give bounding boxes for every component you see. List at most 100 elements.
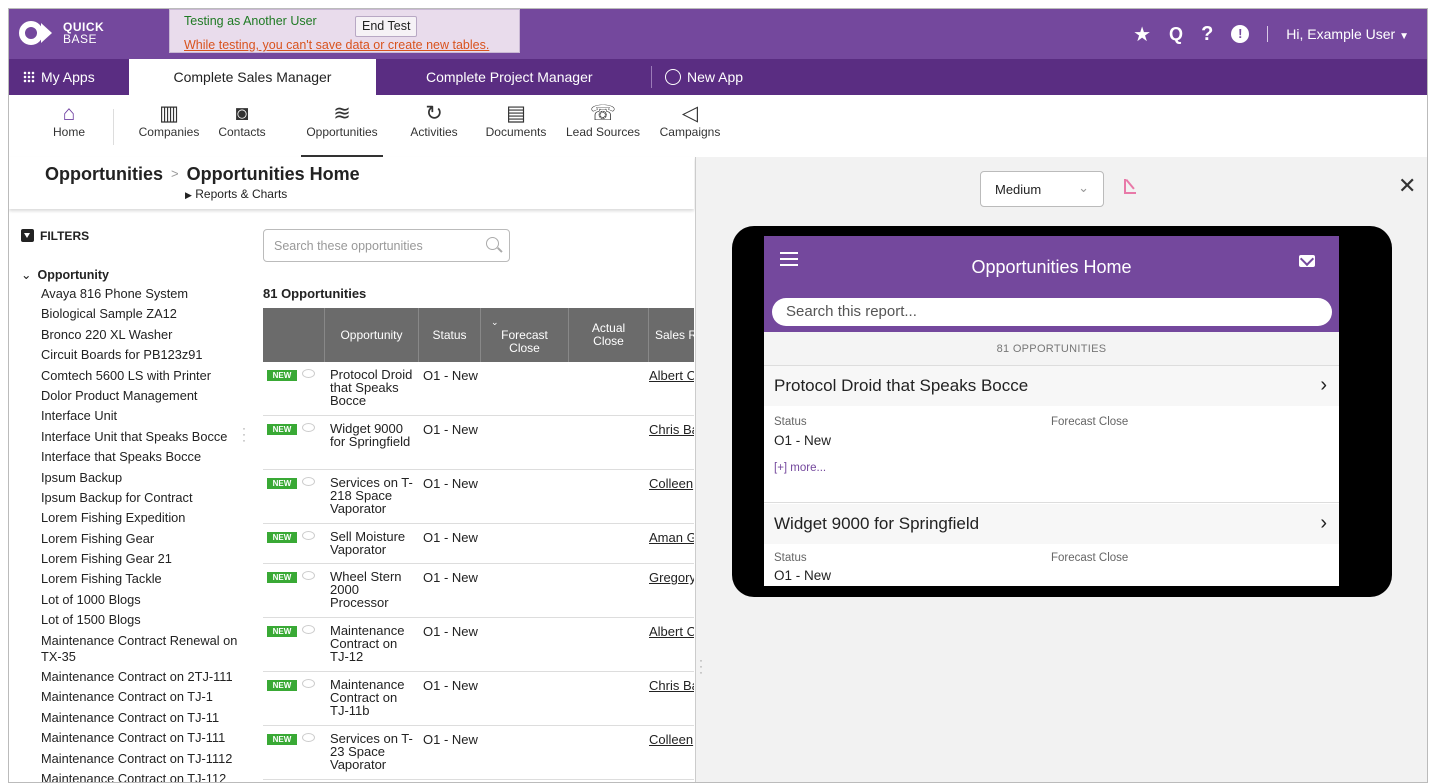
cell-opportunity: Services on T-23 Space Vaporator	[330, 731, 413, 772]
field-value-status: O1 - New	[774, 568, 832, 583]
resize-handle[interactable]: · · ·	[699, 654, 703, 678]
column-header-sales-rep[interactable]: Sales R	[649, 308, 694, 362]
cell-sales-rep[interactable]: Albert C	[649, 624, 694, 639]
filter-item[interactable]: Ipsum Backup for Contract	[41, 490, 241, 506]
filter-item[interactable]: Maintenance Contract on TJ-1	[41, 689, 241, 705]
quickbase-logo[interactable]: QUICK BASE	[19, 18, 104, 48]
filter-item[interactable]: Ipsum Backup	[41, 470, 241, 486]
filter-item[interactable]: Comtech 5600 LS with Printer	[41, 368, 241, 384]
search-input[interactable]: Search these opportunities	[263, 229, 510, 262]
filter-item[interactable]: Lot of 1500 Blogs	[41, 612, 241, 628]
filter-group-opportunity[interactable]: ⌄ Opportunity	[21, 267, 109, 282]
view-record-icon[interactable]	[302, 625, 315, 634]
column-header-status[interactable]: Status	[419, 308, 481, 362]
filter-item[interactable]: Maintenance Contract on TJ-112	[41, 771, 241, 782]
grid-icon	[23, 71, 35, 83]
filter-item[interactable]: Maintenance Contract on TJ-1112	[41, 751, 241, 767]
table-row[interactable]: NEW Wheel Stern 2000 Processor O1 - New Gre…	[263, 564, 694, 618]
rotate-device-icon[interactable]	[1124, 179, 1136, 194]
filter-item[interactable]: Maintenance Contract on TJ-111	[41, 730, 241, 746]
mobile-record-card[interactable]: Protocol Droid that Speaks Bocce › Status…	[764, 366, 1339, 474]
table-row[interactable]: NEW Widget 9000 for Springfield O1 - New Ch…	[263, 416, 694, 470]
cell-sales-rep[interactable]: Chris Ba	[649, 678, 694, 693]
filter-item[interactable]: Lot of 1000 Blogs	[41, 592, 241, 608]
mobile-record-card[interactable]: Widget 9000 for Springfield › Status Fore…	[764, 504, 1339, 583]
building-icon: ▥	[159, 102, 179, 125]
star-icon[interactable]: ★	[1133, 22, 1151, 47]
megaphone-icon: ◁	[681, 102, 699, 125]
tab-companies[interactable]: ▥ Companies	[129, 95, 209, 157]
more-fields-link[interactable]: [+] more...	[774, 462, 826, 474]
filter-item[interactable]: Maintenance Contract on TJ-11	[41, 710, 241, 726]
help-icon[interactable]: ?	[1201, 23, 1213, 46]
app-tab-label: Complete Sales Manager	[173, 69, 332, 85]
table-row[interactable]: NEW Maintenance Contract on TJ-12 O1 - New…	[263, 618, 694, 672]
end-test-button[interactable]: End Test	[355, 16, 418, 37]
alert-icon[interactable]: !	[1231, 25, 1250, 43]
filter-item[interactable]: Interface Unit that Speaks Bocce	[41, 429, 241, 445]
cell-status: O1 - New	[423, 476, 478, 491]
filter-item[interactable]: Lorem Fishing Gear	[41, 531, 241, 547]
my-apps-button[interactable]: My Apps	[23, 59, 95, 95]
app-tab-complete-project-manager[interactable]: Complete Project Manager	[426, 59, 593, 95]
cell-sales-rep[interactable]: Colleen	[649, 476, 694, 491]
mail-icon[interactable]	[1299, 255, 1315, 267]
user-menu[interactable]: Hi, Example User ▼	[1286, 26, 1409, 42]
filter-item[interactable]: Bronco 220 XL Washer	[41, 327, 241, 343]
filter-item[interactable]: Lorem Fishing Tackle	[41, 571, 241, 587]
tab-contacts[interactable]: ◙ Contacts	[213, 95, 271, 157]
mobile-search-input[interactable]: Search this report...	[772, 298, 1332, 326]
cell-sales-rep[interactable]: Albert C	[649, 368, 694, 383]
tab-activities[interactable]: ↻ Activities	[403, 95, 465, 157]
table-row[interactable]: NEW Sell Moisture Vaporator O1 - New Aman G	[263, 524, 694, 564]
search-icon[interactable]: Q	[1169, 24, 1183, 45]
column-header-forecast-close[interactable]: ⌄ Forecast Close	[481, 308, 569, 362]
filter-item[interactable]: Interface Unit	[41, 408, 241, 424]
filter-item[interactable]: Maintenance Contract Renewal on TX-35	[41, 633, 241, 665]
test-mode-warning[interactable]: While testing, you can't save data or cr…	[184, 38, 489, 52]
cell-status: O1 - New	[423, 624, 478, 639]
filter-item[interactable]: Circuit Boards for PB123z91	[41, 347, 241, 363]
document-icon: ▤	[506, 102, 526, 125]
filters-toggle[interactable]: FILTERS	[21, 229, 89, 243]
view-record-icon[interactable]	[302, 733, 315, 742]
filter-item[interactable]: Lorem Fishing Expedition	[41, 510, 241, 526]
table-row[interactable]: NEW Protocol Droid that Speaks Bocce O1 - …	[263, 362, 694, 416]
view-record-icon[interactable]	[302, 369, 315, 378]
tab-opportunities[interactable]: ≋ Opportunities	[301, 95, 383, 157]
filter-item[interactable]: Avaya 816 Phone System	[41, 286, 241, 302]
cell-sales-rep[interactable]: Aman G	[649, 530, 694, 545]
app-tab-complete-sales-manager[interactable]: Complete Sales Manager	[129, 59, 376, 95]
filter-item[interactable]: Interface that Speaks Bocce	[41, 449, 241, 465]
resize-handle[interactable]: · · ·	[242, 422, 246, 446]
tab-campaigns[interactable]: ◁ Campaigns	[655, 95, 725, 157]
table-row[interactable]: NEW Maintenance Contract on TJ-11b O1 - Ne…	[263, 672, 694, 726]
column-header-opportunity[interactable]: Opportunity	[325, 308, 419, 362]
filter-item[interactable]: Lorem Fishing Gear 21	[41, 551, 241, 567]
column-header-actual-close[interactable]: Actual Close	[569, 308, 649, 362]
new-app-button[interactable]: New App	[665, 59, 743, 95]
close-icon[interactable]: ✕	[1398, 173, 1416, 199]
view-record-icon[interactable]	[302, 477, 315, 486]
cell-sales-rep[interactable]: Colleen	[649, 732, 694, 747]
reports-charts-toggle[interactable]: ▶ Reports & Charts	[185, 187, 287, 201]
view-record-icon[interactable]	[302, 423, 315, 432]
view-record-icon[interactable]	[302, 531, 315, 540]
table-row[interactable]: NEW Services on T-218 Space Vaporator O1 -…	[263, 470, 694, 524]
new-badge: NEW	[267, 572, 297, 583]
cell-opportunity: Maintenance Contract on TJ-12	[330, 623, 405, 664]
table-row[interactable]: NEW Services on T-23 Space Vaporator O1 - …	[263, 726, 694, 780]
view-record-icon[interactable]	[302, 571, 315, 580]
breadcrumb-table[interactable]: Opportunities	[45, 164, 163, 184]
tab-label: Contacts	[218, 125, 266, 139]
tab-home[interactable]: ⌂ Home	[39, 95, 99, 157]
filter-item[interactable]: Dolor Product Management	[41, 388, 241, 404]
cell-sales-rep[interactable]: Chris Ba	[649, 422, 694, 437]
filter-item[interactable]: Maintenance Contract on 2TJ-111	[41, 669, 241, 685]
view-record-icon[interactable]	[302, 679, 315, 688]
tab-lead-sources[interactable]: ☏ Lead Sources	[565, 95, 641, 157]
device-size-select[interactable]: Medium ⌄	[980, 171, 1104, 207]
filter-item[interactable]: Biological Sample ZA12	[41, 306, 241, 322]
cell-sales-rep[interactable]: Gregory	[649, 570, 694, 585]
tab-documents[interactable]: ▤ Documents	[481, 95, 551, 157]
